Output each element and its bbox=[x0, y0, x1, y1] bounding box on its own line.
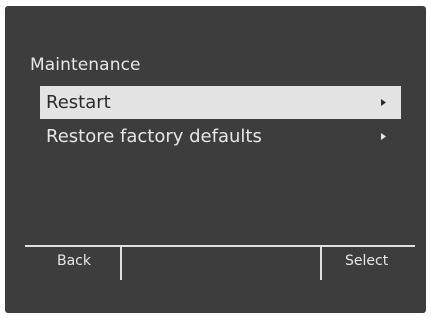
softkey-bar: Back Select bbox=[25, 245, 415, 280]
softkey-divider bbox=[320, 247, 322, 280]
select-softkey[interactable]: Select bbox=[345, 253, 388, 269]
menu-list: Restart Restore factory defaults bbox=[40, 86, 401, 154]
menu-item-restart[interactable]: Restart bbox=[40, 86, 401, 119]
menu-item-label: Restore factory defaults bbox=[46, 126, 262, 147]
device-screen: Maintenance Restart Restore factory defa… bbox=[5, 6, 426, 313]
menu-item-label: Restart bbox=[46, 92, 111, 113]
menu-item-restore-factory-defaults[interactable]: Restore factory defaults bbox=[40, 120, 401, 153]
chevron-right-icon bbox=[380, 86, 388, 119]
softkey-divider bbox=[120, 247, 122, 280]
chevron-right-icon bbox=[380, 120, 388, 153]
back-softkey[interactable]: Back bbox=[57, 253, 91, 269]
menu-title: Maintenance bbox=[30, 55, 141, 75]
